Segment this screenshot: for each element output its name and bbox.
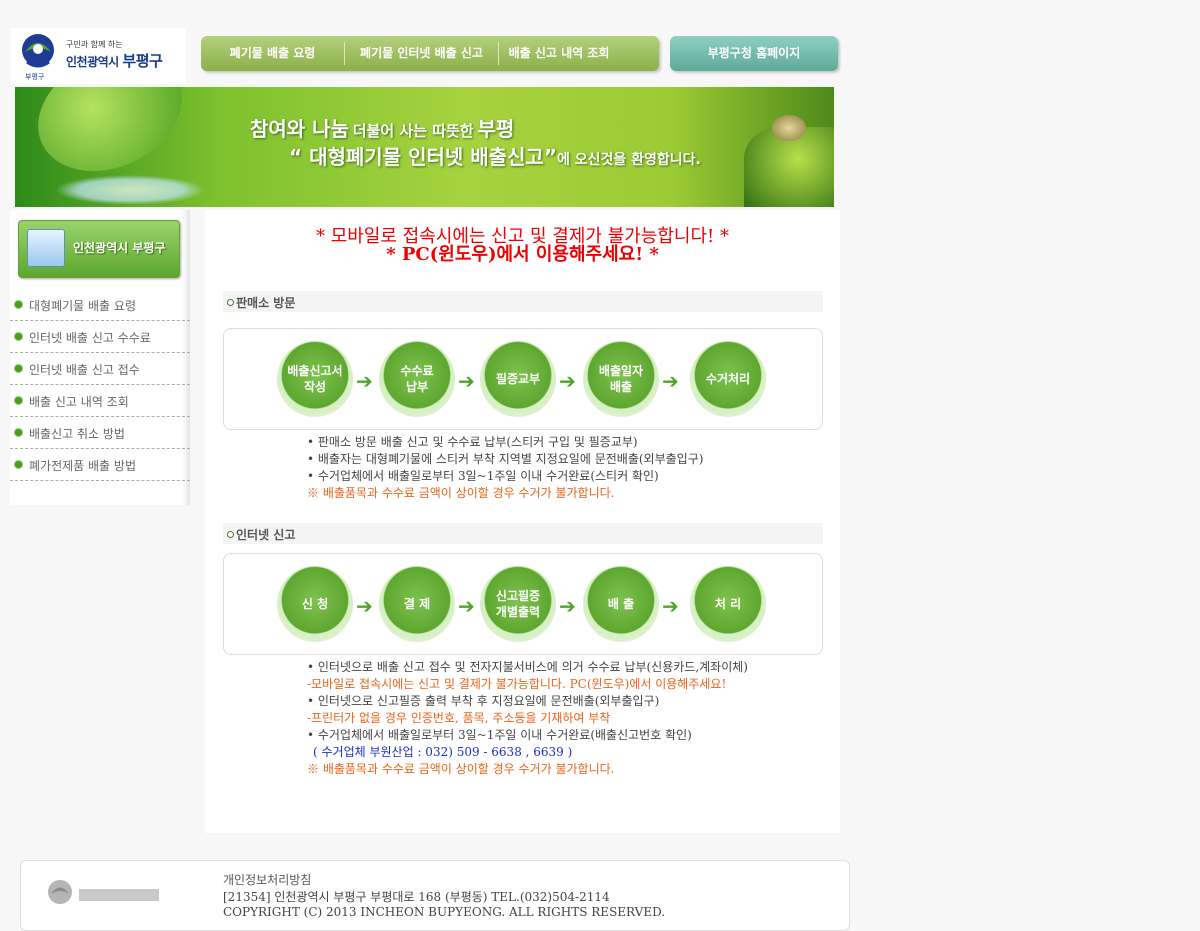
frog-image xyxy=(772,115,806,141)
main-content: * 모바일로 접속시에는 신고 및 결제가 불가능합니다! * * PC(윈도우… xyxy=(205,210,840,833)
office-homepage-button[interactable]: 부평구청 홈페이지 xyxy=(670,36,838,71)
step-circle: 처 리 xyxy=(690,566,766,642)
water-ripple-image xyxy=(55,175,205,205)
note-warning: ※ 배출품목과 수수료 금액이 상이할 경우 수거가 불가합니다. xyxy=(307,486,615,500)
step-circle: 배출신고서 작성 xyxy=(277,341,353,417)
sidebar-badge[interactable]: 인천광역시 부평구 xyxy=(18,220,180,278)
note-warning: -프린터가 없을 경우 인증번호, 품목, 주소등을 기재하여 부착 xyxy=(307,711,611,725)
store-visit-flow: 배출신고서 작성 ➔ 수수료 납부 ➔ 필증교부 ➔ 배출일자 배출 ➔ 수거처… xyxy=(223,328,823,430)
privacy-policy-link[interactable]: 개인정보처리방침 xyxy=(223,871,311,888)
sidebar-item-history[interactable]: 배출 신고 내역 조회 xyxy=(10,385,190,417)
footer-logo-icon xyxy=(48,880,159,904)
arrow-right-icon: ➔ xyxy=(458,594,475,618)
arrow-right-icon: ➔ xyxy=(662,594,679,618)
note-warning: ※ 배출품목과 수수료 금액이 상이할 경우 수거가 불가합니다. xyxy=(307,762,615,776)
bullet-icon xyxy=(14,332,23,341)
nav-disposal-guide[interactable]: 폐기물 배출 요령 xyxy=(201,36,344,71)
computer-icon xyxy=(27,229,65,267)
bullet-icon xyxy=(227,299,234,306)
arrow-right-icon: ➔ xyxy=(458,369,475,393)
bullet-icon xyxy=(14,460,23,469)
sidebar-item-cancel[interactable]: 배출신고 취소 방법 xyxy=(10,417,190,449)
pc-warning: * PC(윈도우)에서 이용해주세요! * xyxy=(386,244,659,265)
arrow-right-icon: ➔ xyxy=(559,594,576,618)
top-nav: 폐기물 배출 요령 폐기물 인터넷 배출 신고 배출 신고 내역 조회 xyxy=(201,36,659,71)
step-circle: 수수료 납부 xyxy=(379,341,455,417)
bullet-icon xyxy=(14,428,23,437)
bullet-icon xyxy=(14,396,23,405)
note-line: • 배출자는 대형폐기물에 스티커 부착 지역별 지정요일에 문전배출(외부출입… xyxy=(307,452,704,466)
bupyeong-emblem-icon xyxy=(22,34,54,68)
sidebar-menu: 대형폐기물 배출 요령 인터넷 배출 신고 수수료 인터넷 배출 신고 접수 배… xyxy=(10,289,190,481)
logo-slogan: 구민과 함께 하는 xyxy=(66,40,123,49)
step-circle: 신고필증 개별출력 xyxy=(480,566,556,642)
internet-report-flow: 신 청 ➔ 결 제 ➔ 신고필증 개별출력 ➔ 배 출 ➔ 처 리 xyxy=(223,553,823,655)
sidebar-item-appliance[interactable]: 폐가전제품 배출 방법 xyxy=(10,449,190,481)
bullet-icon xyxy=(14,300,23,309)
sidebar-item-report[interactable]: 인터넷 배출 신고 접수 xyxy=(10,353,190,385)
note-line: • 인터넷으로 배출 신고 접수 및 전자지불서비스에 의거 수수료 납부(신용… xyxy=(307,660,748,674)
sidebar: 인천광역시 부평구 대형폐기물 배출 요령 인터넷 배출 신고 수수료 인터넷 … xyxy=(10,210,190,505)
step-circle: 결 제 xyxy=(379,566,455,642)
arrow-right-icon: ➔ xyxy=(559,369,576,393)
note-line: • 판매소 방문 배출 신고 및 수수료 납부(스티커 구입 및 필증교부) xyxy=(307,435,638,449)
note-warning: -모바일로 접속시에는 신고 및 결제가 불가능합니다. PC(윈도우)에서 이… xyxy=(307,677,727,691)
banner-headline: 참여와 나눔 더불어 사는 따뜻한 부평 xyxy=(250,117,515,141)
welcome-banner: 참여와 나눔 더불어 사는 따뜻한 부평 “ 대형폐기물 인터넷 배출신고”에 … xyxy=(15,87,834,207)
site-logo[interactable]: 구민과 함께 하는 인천광역시 부평구 부평구 xyxy=(11,28,186,84)
section-header-store-visit: 판매소 방문 xyxy=(223,291,823,312)
note-line: • 수거업체에서 배출일로부터 3일~1주일 이내 수거완료(배출신고번호 확인… xyxy=(307,728,692,742)
logo-title: 인천광역시 부평구 xyxy=(66,52,163,70)
step-circle: 필증교부 xyxy=(480,341,556,417)
bullet-icon xyxy=(227,531,234,538)
step-circle: 신 청 xyxy=(277,566,353,642)
section-header-internet-report: 인터넷 신고 xyxy=(223,523,823,544)
nav-internet-report[interactable]: 폐기물 인터넷 배출 신고 xyxy=(345,36,498,71)
arrow-right-icon: ➔ xyxy=(356,594,373,618)
step-circle: 배 출 xyxy=(583,566,659,642)
logo-emblem-caption: 부평구 xyxy=(25,73,45,81)
arrow-right-icon: ➔ xyxy=(356,369,373,393)
arrow-right-icon: ➔ xyxy=(662,369,679,393)
step-circle: 수거처리 xyxy=(690,341,766,417)
nav-report-history[interactable]: 배출 신고 내역 조회 xyxy=(499,36,619,71)
sidebar-item-fee[interactable]: 인터넷 배출 신고 수수료 xyxy=(10,321,190,353)
step-circle: 배출일자 배출 xyxy=(583,341,659,417)
note-line: • 수거업체에서 배출일로부터 3일~1주일 이내 수거완료(스티커 확인) xyxy=(307,469,659,483)
bullet-icon xyxy=(14,364,23,373)
footer-copyright: COPYRIGHT (C) 2013 INCHEON BUPYEONG. ALL… xyxy=(223,905,666,919)
note-line: • 인터넷으로 신고필증 출력 부착 후 지정요일에 문전배출(외부출입구) xyxy=(307,694,660,708)
sidebar-item-disposal-guide[interactable]: 대형폐기물 배출 요령 xyxy=(10,289,190,321)
footer: 개인정보처리방침 [21354] 인천광역시 부평구 부평대로 168 (부평동… xyxy=(20,860,850,931)
collector-contact: ( 수거업체 부원산업 : 032) 509 - 6638 , 6639 ) xyxy=(313,745,573,759)
footer-address: [21354] 인천광역시 부평구 부평대로 168 (부평동) TEL.(03… xyxy=(223,890,610,904)
banner-welcome: “ 대형폐기물 인터넷 배출신고”에 오신것을 환영합니다. xyxy=(289,145,701,169)
